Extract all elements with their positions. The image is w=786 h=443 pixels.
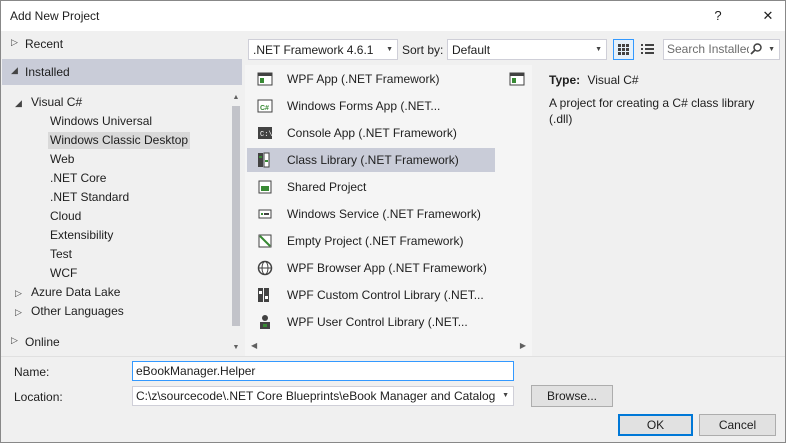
template-list-scrollbar[interactable]: ◀ ▶ [245,339,532,353]
location-label: Location: [14,390,63,404]
add-new-project-dialog: Add New Project ? ✕ ▷ Recent ◢ Installed… [0,0,786,443]
template-description: A project for creating a C# class librar… [549,96,755,126]
template-wpf-browser-app[interactable]: WPF Browser App (.NET Framework) [247,256,495,280]
class-library-icon [258,152,270,168]
dropdown-arrow-icon: ▼ [595,46,602,53]
sort-select[interactable]: Default ▼ [447,39,607,60]
project-name-input[interactable]: eBookManager.Helper [132,361,514,381]
template-wpf-user-control-library[interactable]: WPF User Control Library (.NET... [247,310,495,334]
template-wpf-custom-control-library[interactable]: WPF Custom Control Library (.NET... [247,283,495,307]
scrollbar-thumb[interactable] [232,106,240,326]
cancel-button[interactable]: Cancel [699,414,776,436]
wpf-app-icon [257,72,273,86]
template-windows-forms-app[interactable]: C# Windows Forms App (.NET... [247,94,495,118]
sort-label: Sort by: [402,43,444,57]
separator [1,356,785,357]
scroll-up-icon[interactable]: ▲ [230,92,242,104]
shared-project-icon [258,180,272,194]
list-view-button[interactable] [637,39,658,60]
grid-view-button[interactable] [613,39,634,60]
chevron-right-icon: ▷ [11,37,18,47]
framework-select[interactable]: .NET Framework 4.6.1 ▼ [248,39,398,60]
help-button[interactable]: ? [701,1,735,31]
winforms-icon: C# [257,99,273,113]
dropdown-arrow-icon: ▼ [386,46,393,53]
close-button[interactable]: ✕ [751,1,785,31]
title-bar: Add New Project ? ✕ [1,1,785,31]
custom-control-icon [258,288,269,302]
template-details: Type: Visual C# A project for creating a… [549,73,779,127]
nav-installed[interactable]: ◢ Installed [2,59,242,85]
browse-button[interactable]: Browse... [531,385,613,407]
dropdown-arrow-icon: ▼ [500,392,509,399]
name-label: Name: [14,365,50,379]
chevron-down-icon: ◢ [11,65,18,75]
location-select[interactable]: C:\z\sourcecode\.NET Core Blueprints\eBo… [132,386,514,406]
wpf-app-type-icon [509,72,525,86]
template-windows-service[interactable]: Windows Service (.NET Framework) [247,202,495,226]
empty-project-icon [258,234,272,248]
svg-text:C:\: C:\ [260,131,273,139]
template-list: WPF App (.NET Framework) C# Windows Form… [245,65,532,357]
template-empty-project[interactable]: Empty Project (.NET Framework) [247,229,495,253]
window-title: Add New Project [10,9,100,23]
scroll-left-icon[interactable]: ◀ [251,341,257,350]
chevron-right-icon: ▷ [15,288,22,298]
grid-view-icon [618,44,629,55]
nav-online[interactable]: ▷ Online [2,329,242,355]
user-control-icon [260,315,270,329]
list-view-icon [641,44,654,54]
chevron-down-icon: ◢ [15,98,22,108]
type-label: Type: [549,73,581,87]
template-categories-pane: ▷ Recent ◢ Installed ◢ Visual C# Windows … [2,31,242,356]
template-shared-project[interactable]: Shared Project [247,175,495,199]
template-wpf-app[interactable]: WPF App (.NET Framework) [247,67,525,91]
template-console-app[interactable]: C:\ Console App (.NET Framework) [247,121,495,145]
search-icon[interactable] [749,42,763,56]
globe-icon [257,260,273,276]
type-value: Visual C# [587,73,639,87]
chevron-right-icon: ▷ [15,307,22,317]
search-options-arrow-icon[interactable]: ▼ [768,46,775,53]
search-installed-input[interactable]: Search Installed ▼ [663,39,780,60]
template-class-library[interactable]: Class Library (.NET Framework) [247,148,495,172]
category-tree: ◢ Visual C# Windows Universal Windows Cla… [2,89,230,354]
chevron-right-icon: ▷ [11,335,18,345]
svg-text:C#: C# [260,105,269,112]
console-icon: C:\ [258,127,273,139]
tree-scrollbar[interactable]: ▲ ▼ [230,92,242,354]
ok-button[interactable]: OK [618,414,693,436]
windows-service-icon [258,209,272,219]
scroll-right-icon[interactable]: ▶ [520,341,526,350]
nav-recent[interactable]: ▷ Recent [2,31,242,57]
